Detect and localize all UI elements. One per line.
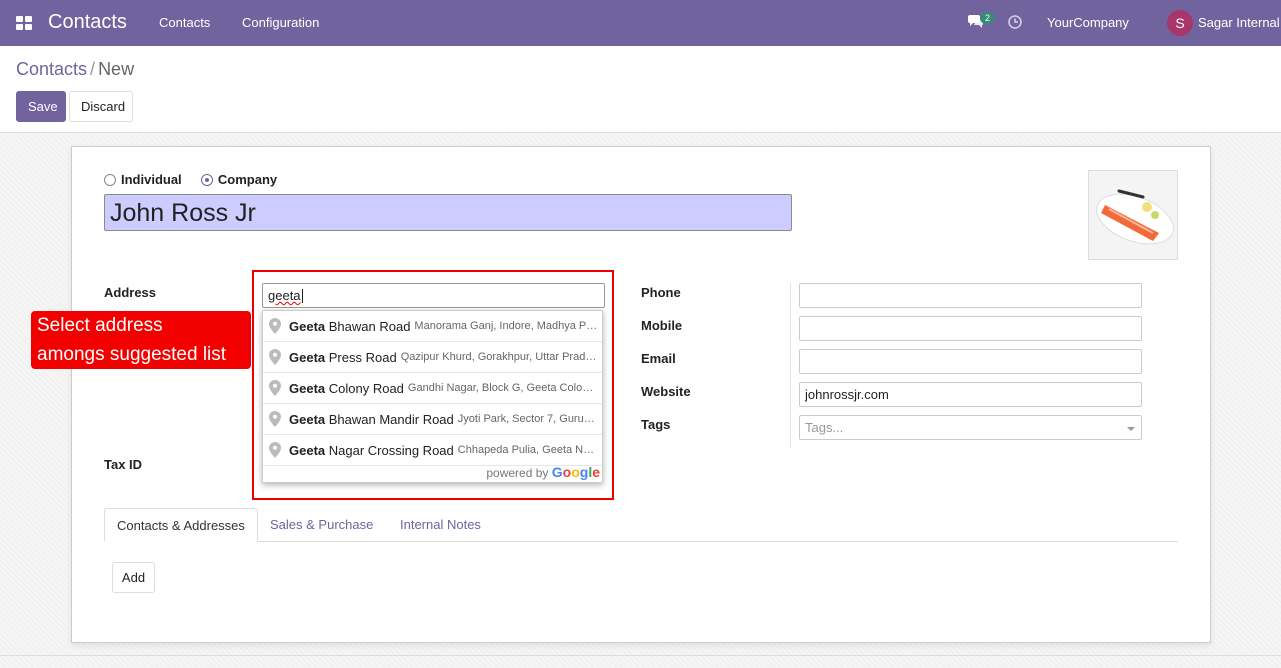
suggestion-secondary: Jyoti Park, Sector 7, Gurugram, Haryana,…	[457, 413, 602, 425]
powered-by-google-logo: powered by Google	[486, 464, 600, 480]
address-suggestions: Geeta Bhawan Road Manorama Ganj, Indore,…	[262, 310, 603, 483]
breadcrumb-root[interactable]: Contacts	[16, 59, 87, 79]
notebook-tabs: Contacts & Addresses Sales & Purchase In…	[104, 508, 1178, 542]
suggestion-item[interactable]: Geeta Press Road Qazipur Khurd, Gorakhpu…	[263, 342, 602, 373]
suggestion-match: Geeta	[289, 349, 326, 365]
phone-field[interactable]	[799, 283, 1142, 308]
tax-id-label: Tax ID	[104, 457, 143, 472]
menu-contacts[interactable]: Contacts	[159, 15, 210, 30]
suggestion-match: Geeta	[289, 442, 326, 458]
mobile-label: Mobile	[641, 318, 683, 333]
chat-badge: 2	[980, 12, 996, 24]
breadcrumb: Contacts / New	[16, 59, 134, 80]
tab-sales-purchase[interactable]: Sales & Purchase	[258, 508, 385, 542]
address-label: Address	[104, 285, 157, 300]
suggestion-main: Press Road	[325, 349, 397, 365]
divider	[0, 655, 1281, 656]
map-pin-icon	[269, 380, 281, 396]
suggestion-secondary: Manorama Ganj, Indore, Madhya Pradesh, I…	[414, 320, 602, 332]
email-label: Email	[641, 351, 676, 366]
company-image[interactable]	[1088, 170, 1178, 260]
suggestion-secondary: Qazipur Khurd, Gorakhpur, Uttar Pradesh,…	[400, 351, 602, 363]
suggestion-main: Bhawan Mandir Road	[325, 411, 454, 427]
tab-internal-notes[interactable]: Internal Notes	[388, 508, 493, 542]
tags-placeholder: Tags...	[805, 420, 844, 435]
callout-line-2: amongs suggested list	[37, 344, 227, 365]
google-wordmark: Google	[551, 464, 600, 480]
suggestion-main: Nagar Crossing Road	[325, 442, 454, 458]
app-title[interactable]: Contacts	[48, 11, 127, 34]
avatar[interactable]: S	[1167, 10, 1193, 36]
email-field[interactable]	[799, 349, 1142, 374]
address-query: geeta	[268, 288, 301, 303]
tags-label: Tags	[641, 417, 671, 432]
text-cursor	[301, 289, 303, 303]
address-search-input[interactable]: geeta	[262, 283, 605, 308]
clock-icon[interactable]	[1008, 15, 1022, 32]
callout-line-1: Select address	[37, 315, 163, 336]
radio-company-label[interactable]: Company	[218, 172, 277, 187]
suggestion-item[interactable]: Geeta Bhawan Road Manorama Ganj, Indore,…	[263, 311, 602, 342]
breadcrumb-current: New	[98, 59, 135, 79]
discard-button[interactable]: Discard	[69, 91, 133, 122]
tab-contacts-addresses[interactable]: Contacts & Addresses	[104, 508, 258, 542]
apps-grid-icon[interactable]	[16, 16, 32, 30]
map-pin-icon	[269, 349, 281, 365]
suggestion-secondary: Chhapeda Pulia, Geeta Nagar, Kanpur, Ind…	[457, 444, 602, 456]
suggestion-match: Geeta	[289, 411, 326, 427]
chevron-down-icon[interactable]	[1127, 427, 1135, 431]
powered-by-text: powered by	[486, 466, 549, 480]
suggestion-secondary: Gandhi Nagar, Block G, Geeta Colony, Del…	[407, 382, 602, 394]
map-pin-icon	[269, 411, 281, 427]
suggestion-item[interactable]: Geeta Bhawan Mandir Road Jyoti Park, Sec…	[263, 404, 602, 435]
radio-company[interactable]	[200, 174, 213, 186]
map-pin-icon	[269, 318, 281, 334]
instruction-callout: Select address amongs suggested list	[31, 311, 251, 369]
suggestion-match: Geeta	[289, 380, 326, 396]
tags-field[interactable]: Tags...	[799, 415, 1142, 440]
breadcrumb-separator: /	[90, 59, 96, 79]
radio-individual-label[interactable]: Individual	[121, 172, 182, 187]
company-type-selector: Individual Company	[104, 172, 277, 187]
suggestion-item[interactable]: Geeta Colony Road Gandhi Nagar, Block G,…	[263, 373, 602, 404]
company-switcher[interactable]: YourCompany	[1047, 15, 1129, 30]
map-pin-icon	[269, 442, 281, 458]
suggestion-main: Bhawan Road	[325, 318, 411, 334]
suggestion-match: Geeta	[289, 318, 326, 334]
top-navbar: Contacts Contacts Configuration 2 YourCo…	[0, 0, 1281, 46]
website-field[interactable]: johnrossjr.com	[799, 382, 1142, 407]
website-label: Website	[641, 384, 691, 399]
suggestion-main: Colony Road	[325, 380, 404, 396]
name-field[interactable]: John Ross Jr	[104, 194, 792, 231]
menu-configuration[interactable]: Configuration	[242, 15, 319, 30]
mobile-field[interactable]	[799, 316, 1142, 341]
save-button[interactable]: Save	[16, 91, 66, 122]
suggestion-item[interactable]: Geeta Nagar Crossing Road Chhapeda Pulia…	[263, 435, 602, 466]
radio-individual[interactable]	[104, 174, 116, 186]
phone-label: Phone	[641, 285, 681, 300]
field-separator	[790, 283, 791, 448]
user-menu[interactable]: Sagar Internal	[1198, 15, 1280, 30]
add-button[interactable]: Add	[112, 562, 155, 593]
